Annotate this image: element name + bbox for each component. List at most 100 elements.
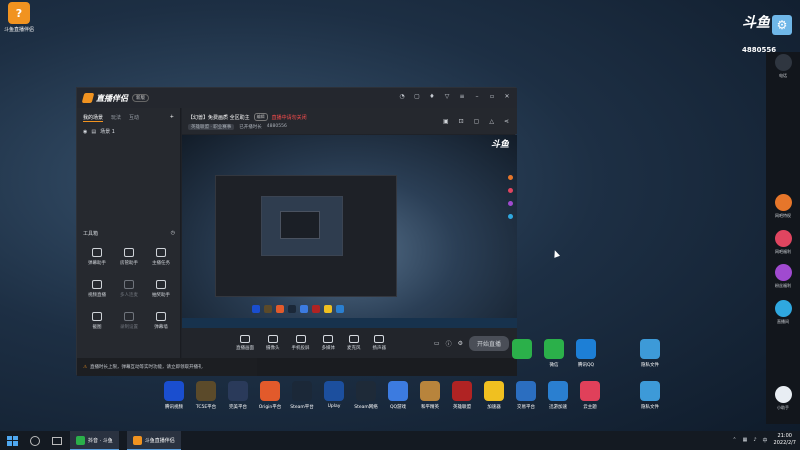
clock[interactable]: 21:00 2022/2/7 xyxy=(774,433,796,447)
tab-gameplay[interactable]: 玩法 xyxy=(111,114,121,122)
volume-icon[interactable]: ♪ xyxy=(753,437,756,443)
app-icon xyxy=(544,339,564,359)
eye-icon[interactable]: ◉ xyxy=(83,129,87,135)
tool-button[interactable]: 弹幕助手 xyxy=(81,248,113,266)
info-icon[interactable]: ⓘ xyxy=(446,339,452,348)
taskbar-item-label: 斗鱼直播伴侣 xyxy=(144,437,175,444)
desktop-app[interactable]: 完美平台 xyxy=(220,381,256,410)
chat-icon[interactable]: ▢ xyxy=(413,93,421,101)
stream-preview[interactable]: 斗鱼 xyxy=(182,135,517,328)
ime-icon[interactable]: 中 xyxy=(763,437,768,444)
media-button[interactable]: 多媒体 xyxy=(322,335,335,351)
bell-icon[interactable]: △ xyxy=(489,118,494,125)
tool-icon xyxy=(124,312,134,321)
nested-inner-window xyxy=(261,196,343,256)
scene-item[interactable]: ◉ ▤ 场景 1 xyxy=(77,126,180,137)
tool-button[interactable]: 视频直播 xyxy=(81,280,113,298)
desktop-app[interactable]: Steam平台 xyxy=(284,381,320,410)
lock-icon[interactable]: ⊡ xyxy=(459,118,464,125)
avatar-icon[interactable]: ◔ xyxy=(398,93,406,101)
notice-bar[interactable]: ⚠ 直播时长上限，弹幕互动等实时功能，请立即领取开播礼 xyxy=(77,358,257,376)
scene-capture-button[interactable]: 直播画面 xyxy=(236,335,254,351)
tool-button[interactable]: 房管助手 xyxy=(113,248,145,266)
version-badge[interactable]: 新版 xyxy=(132,94,149,102)
gear-icon[interactable]: ⚙ xyxy=(458,340,463,347)
add-scene-icon[interactable]: + xyxy=(170,114,174,122)
menu-icon[interactable]: ≡ xyxy=(458,93,466,101)
desktop-app[interactable]: 腾讯QQ xyxy=(568,339,604,368)
control-label: 摄像头 xyxy=(266,346,280,351)
sidebar-tabs: 我的场景 玩法 互动 + xyxy=(77,108,180,126)
desktop-app[interactable] xyxy=(504,339,540,362)
record-icon[interactable]: ▢ xyxy=(474,118,480,125)
tool-button[interactable]: 多人连麦 xyxy=(113,280,145,298)
desktop-app[interactable]: QQ游戏 xyxy=(380,381,416,410)
app-icon xyxy=(324,381,344,401)
record-icon[interactable]: ▭ xyxy=(434,340,440,347)
tool-button[interactable]: 截图 xyxy=(81,312,113,330)
tool-button[interactable]: 主播任务 xyxy=(145,248,177,266)
room-title-row: 【幻兽】免费画质 全区助主 编辑 直播中请勿关闭 xyxy=(188,113,307,121)
app-icon xyxy=(356,381,376,401)
app-icon xyxy=(640,381,660,401)
camera-button[interactable]: 摄像头 xyxy=(266,335,280,351)
search-icon[interactable] xyxy=(30,435,40,446)
speaker-button[interactable]: 扬声器 xyxy=(373,335,386,351)
desktop-app[interactable]: 腾讯视频 xyxy=(156,381,192,410)
gear-icon[interactable]: ⚙ xyxy=(772,15,792,35)
share-icon[interactable]: ⋖ xyxy=(504,118,509,125)
start-live-button[interactable]: 开始直播 xyxy=(468,336,509,351)
desktop-app[interactable]: 加速器 xyxy=(476,381,512,410)
desktop-app[interactable]: 英雄联盟 xyxy=(444,381,480,410)
desktop-app[interactable]: 交易平台 xyxy=(508,381,544,410)
desktop-app[interactable]: Origin平台 xyxy=(252,381,288,410)
settings-circle-icon[interactable]: ◷ xyxy=(171,230,175,237)
panel-button[interactable]: 网吧特权 xyxy=(771,194,795,219)
tab-scenes[interactable]: 我的场景 xyxy=(83,114,104,122)
panel-button[interactable]: 直播间 xyxy=(771,300,795,325)
desktop-app[interactable]: 和平精英 xyxy=(412,381,448,410)
tray-arrow-icon[interactable]: ⌃ xyxy=(732,437,736,443)
panel-button[interactable]: 粉丝福利 xyxy=(771,264,795,289)
minimize-icon[interactable]: – xyxy=(473,93,481,101)
tool-button[interactable]: 录制设置 xyxy=(113,312,145,330)
tab-interact[interactable]: 互动 xyxy=(129,114,139,122)
task-view-icon[interactable] xyxy=(52,436,62,445)
app-icon xyxy=(196,381,216,401)
desktop-app[interactable]: 微信 xyxy=(536,339,572,368)
close-icon[interactable]: ✕ xyxy=(503,93,511,101)
taskbar-item[interactable]: 抖音 · 斗鱼 xyxy=(70,431,119,450)
maximize-icon[interactable]: ▫ xyxy=(488,93,496,101)
bag-icon[interactable]: ▣ xyxy=(443,118,449,125)
desktop-app[interactable]: Steam网络 xyxy=(348,381,384,410)
edit-pill[interactable]: 编辑 xyxy=(253,113,268,121)
tool-button[interactable]: 弹幕墙 xyxy=(145,312,177,330)
tool-button[interactable]: 抽奖助手 xyxy=(145,280,177,298)
phone-cast-button[interactable]: 手机投屏 xyxy=(292,335,310,351)
desktop-app[interactable]: 迅游加速 xyxy=(540,381,576,410)
tool-label: 录制设置 xyxy=(120,325,138,330)
panel-button[interactable]: 网吧福利 xyxy=(771,230,795,255)
room-title[interactable]: 【幻兽】免费画质 全区助主 xyxy=(188,114,250,121)
brand-logo-icon xyxy=(81,93,95,103)
panel-button-label: 网吧福利 xyxy=(775,249,791,254)
toolbox-title: 工具箱 xyxy=(83,231,99,237)
tshirt-icon[interactable]: ♦ xyxy=(428,93,436,101)
desktop-app[interactable]: 隐私文件 xyxy=(632,339,668,368)
desktop-app[interactable]: TC5E平台 xyxy=(188,381,224,410)
app-icon xyxy=(516,381,536,401)
layers-icon: ▤ xyxy=(91,128,97,135)
panel-button[interactable]: 小助手 xyxy=(771,386,795,411)
taskbar-item[interactable]: 斗鱼直播伴侣 xyxy=(126,431,181,450)
filter-icon[interactable]: ▽ xyxy=(443,93,451,101)
start-menu-icon[interactable] xyxy=(4,433,20,449)
desktop-douyu-app[interactable]: ? 斗鱼直播伴侣 xyxy=(2,2,36,33)
category-tag[interactable]: 英雄联盟 · 职业赛事 xyxy=(188,124,235,130)
microphone-button[interactable]: 麦克风 xyxy=(347,335,361,351)
panel-button[interactable]: 电话 xyxy=(771,54,795,79)
desktop-app[interactable]: 隐私文件 xyxy=(632,381,668,410)
desktop-app[interactable]: 云主题 xyxy=(572,381,608,410)
desktop-app[interactable]: Uplay xyxy=(316,381,352,409)
control-label: 直播画面 xyxy=(236,346,254,351)
network-icon[interactable]: ▦ xyxy=(743,437,748,443)
